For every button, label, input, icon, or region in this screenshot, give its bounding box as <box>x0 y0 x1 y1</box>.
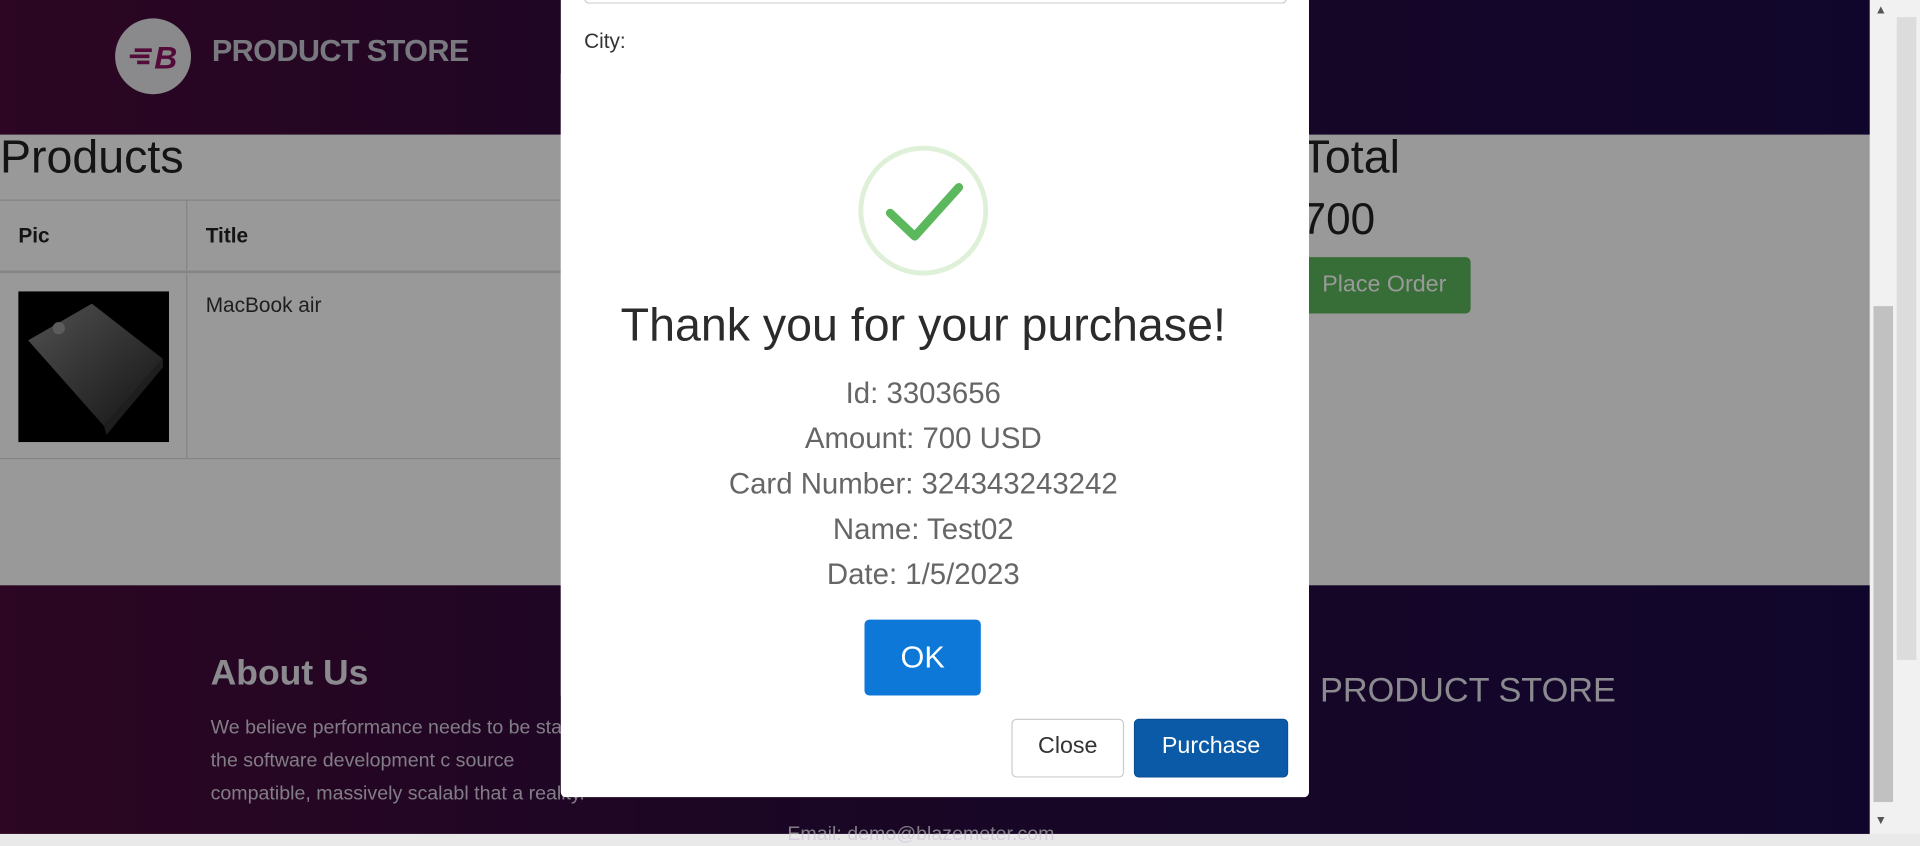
alert-details: Id: 3303656 Amount: 700 USD Card Number:… <box>561 371 1286 598</box>
checkmark-icon <box>857 144 989 276</box>
customer-name: Name: Test02 <box>832 513 1014 547</box>
close-button[interactable]: Close <box>1011 718 1125 778</box>
city-label: City: <box>584 29 626 53</box>
scrollbar-thumb-secondary[interactable] <box>1896 17 1917 661</box>
purchase-confirmation-alert: Thank you for your purchase! Id: 3303656… <box>560 73 1286 696</box>
purchase-button[interactable]: Purchase <box>1133 718 1289 778</box>
order-id: Id: 3303656 <box>845 377 1001 411</box>
card-field-edge[interactable] <box>584 0 1287 4</box>
order-amount: Amount: 700 USD <box>804 422 1042 456</box>
card-number: Card Number: 324343243242 <box>728 467 1118 501</box>
scroll-up-icon[interactable]: ▲ <box>1875 4 1887 17</box>
ok-button[interactable]: OK <box>864 619 981 696</box>
scrollbar-thumb[interactable] <box>1873 306 1894 803</box>
scroll-down-icon[interactable]: ▼ <box>1875 814 1887 827</box>
alert-title: Thank you for your purchase! <box>620 300 1226 352</box>
order-date: Date: 1/5/2023 <box>826 558 1020 592</box>
